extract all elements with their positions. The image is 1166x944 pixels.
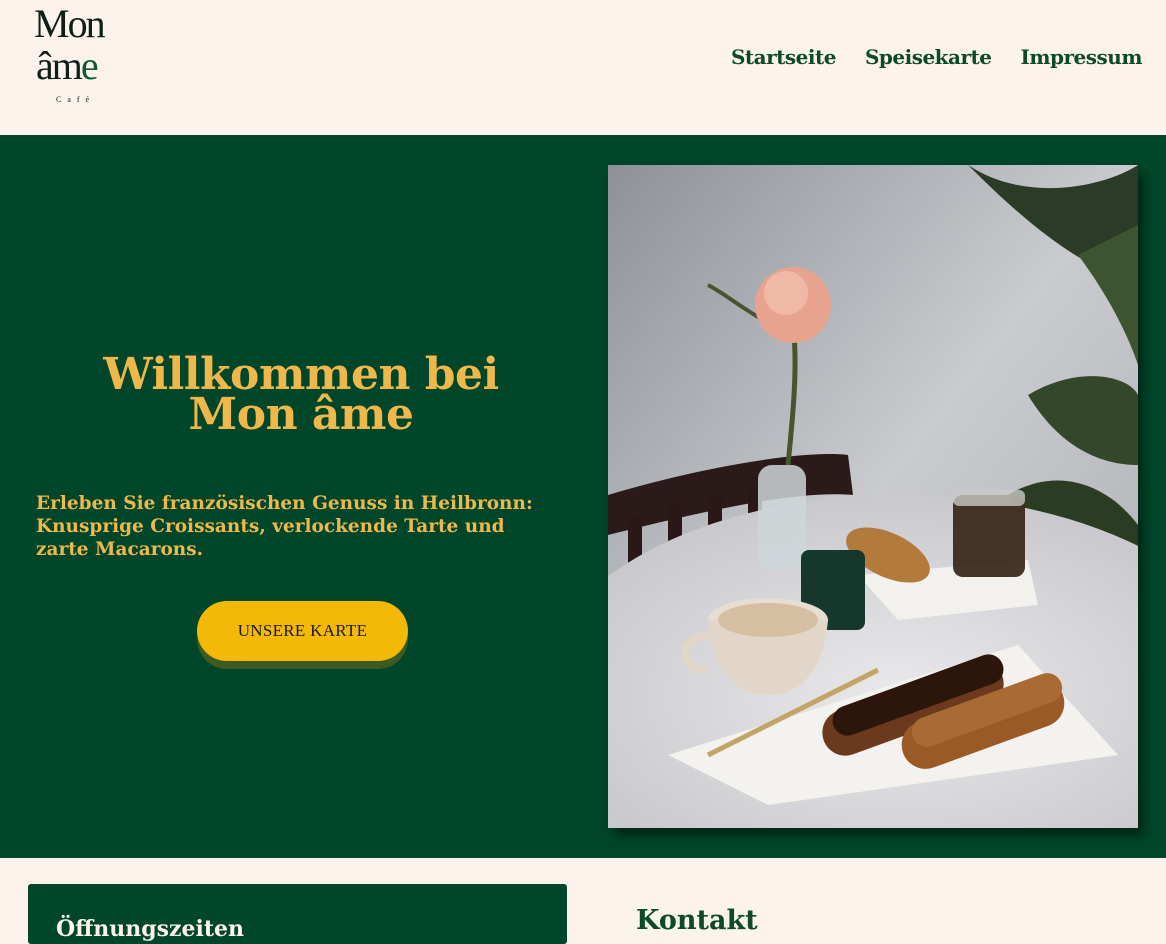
menu-button[interactable]: UNSERE KARTE xyxy=(197,601,408,661)
logo-line-ame: âme xyxy=(36,43,99,88)
hero-photo xyxy=(608,165,1138,828)
hero-description: Erleben Sie französischen Genuss in Heil… xyxy=(36,493,533,560)
logo-cafe-text: Café xyxy=(56,95,96,104)
main-nav: Startseite Speisekarte Impressum xyxy=(731,45,1143,69)
hero-title: Willkommen bei Mon âme xyxy=(36,353,566,437)
nav-startseite[interactable]: Startseite xyxy=(731,45,836,69)
site-header: Mon âme Café Startseite Speisekarte Impr… xyxy=(0,0,1166,135)
logo-e-text: e xyxy=(80,43,99,88)
opening-hours-card: Öffnungszeiten xyxy=(28,884,567,944)
contact-title: Kontakt xyxy=(636,905,758,936)
hero-title-line-2: Mon âme xyxy=(188,389,414,440)
nav-impressum[interactable]: Impressum xyxy=(1021,45,1143,69)
cafe-logo[interactable]: Mon âme Café xyxy=(34,4,114,108)
nav-speisekarte[interactable]: Speisekarte xyxy=(865,45,992,69)
opening-hours-title: Öffnungszeiten xyxy=(56,916,244,942)
logo-line-mon: Mon xyxy=(34,1,106,46)
hero-section: Willkommen bei Mon âme Erleben Sie franz… xyxy=(0,135,1166,858)
logo-ame-text: âm xyxy=(36,43,83,88)
